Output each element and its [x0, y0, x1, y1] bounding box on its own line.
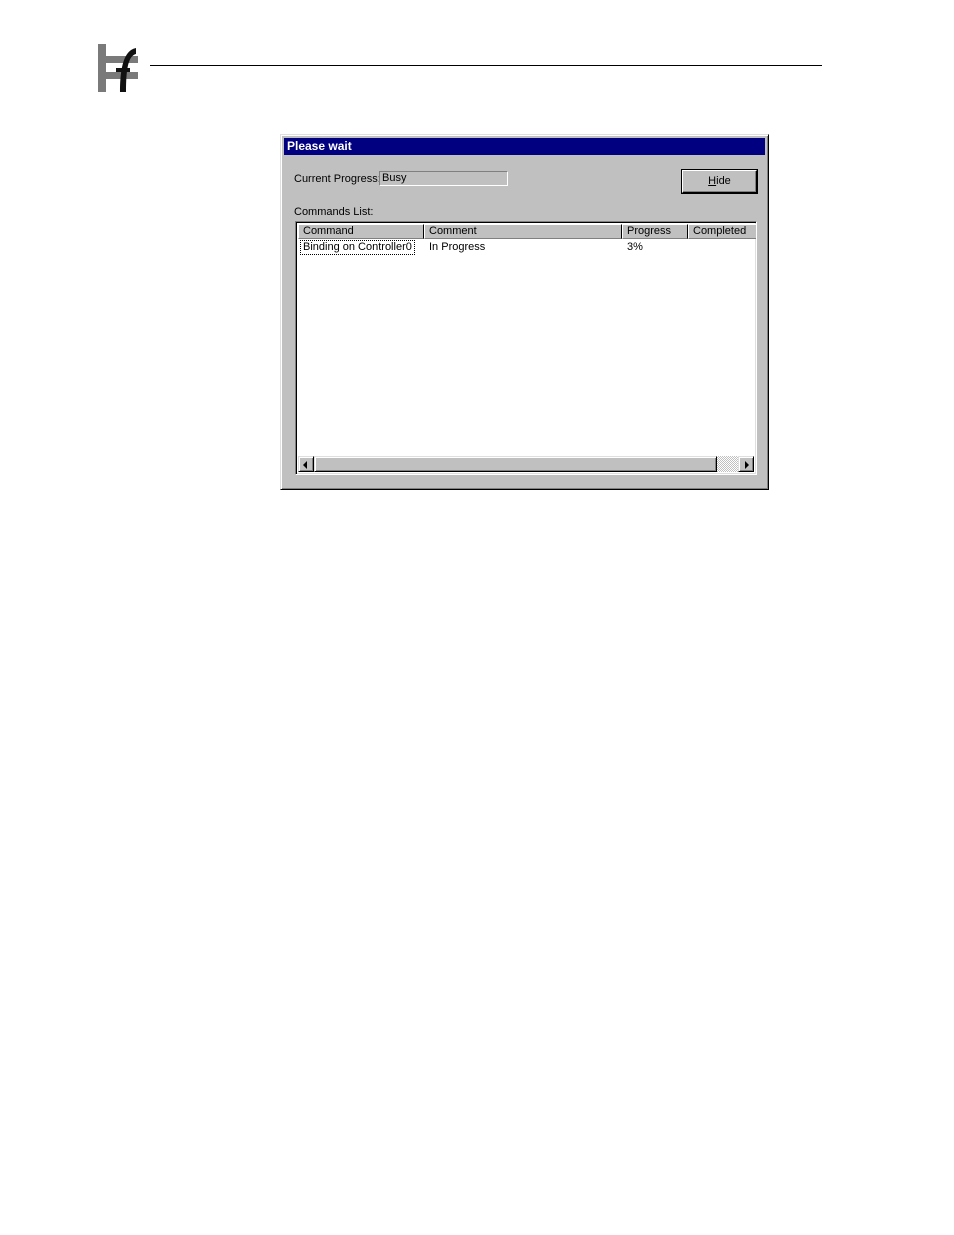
hide-button-rest: ide — [716, 175, 731, 187]
scroll-left-button[interactable] — [298, 456, 314, 472]
header-rule — [150, 65, 822, 66]
commands-list[interactable]: Command Comment Progress Completed Bindi… — [295, 221, 757, 475]
current-progress-label: Current Progress: — [294, 173, 381, 185]
arrow-left-icon — [303, 461, 307, 469]
horizontal-scrollbar[interactable] — [298, 456, 754, 472]
cell-command: Binding on Controller0 — [300, 240, 415, 255]
current-progress-field: Busy — [379, 171, 508, 186]
cell-progress: 3% — [627, 241, 643, 253]
scroll-thumb[interactable] — [314, 456, 717, 472]
logo-icon — [96, 42, 138, 94]
column-header-comment[interactable]: Comment — [424, 224, 622, 239]
title-bar[interactable]: Please wait — [284, 138, 765, 155]
column-header: Command Comment Progress Completed — [298, 224, 756, 239]
column-header-progress[interactable]: Progress — [622, 224, 688, 239]
table-row[interactable]: Binding on Controller0 In Progress 3% — [298, 240, 754, 255]
please-wait-dialog: Please wait Current Progress: Busy Hide … — [280, 134, 769, 490]
cell-comment: In Progress — [429, 241, 486, 253]
scroll-track[interactable] — [717, 456, 738, 472]
scroll-right-button[interactable] — [738, 456, 754, 472]
dialog-title: Please wait — [287, 139, 352, 153]
commands-list-label: Commands List: — [294, 206, 374, 218]
arrow-right-icon — [745, 461, 749, 469]
current-progress-value: Busy — [382, 172, 407, 184]
hide-button-mnemonic: H — [708, 175, 717, 187]
column-header-completed[interactable]: Completed — [688, 224, 756, 239]
hide-button[interactable]: Hide — [681, 169, 758, 194]
column-header-command[interactable]: Command — [298, 224, 424, 239]
